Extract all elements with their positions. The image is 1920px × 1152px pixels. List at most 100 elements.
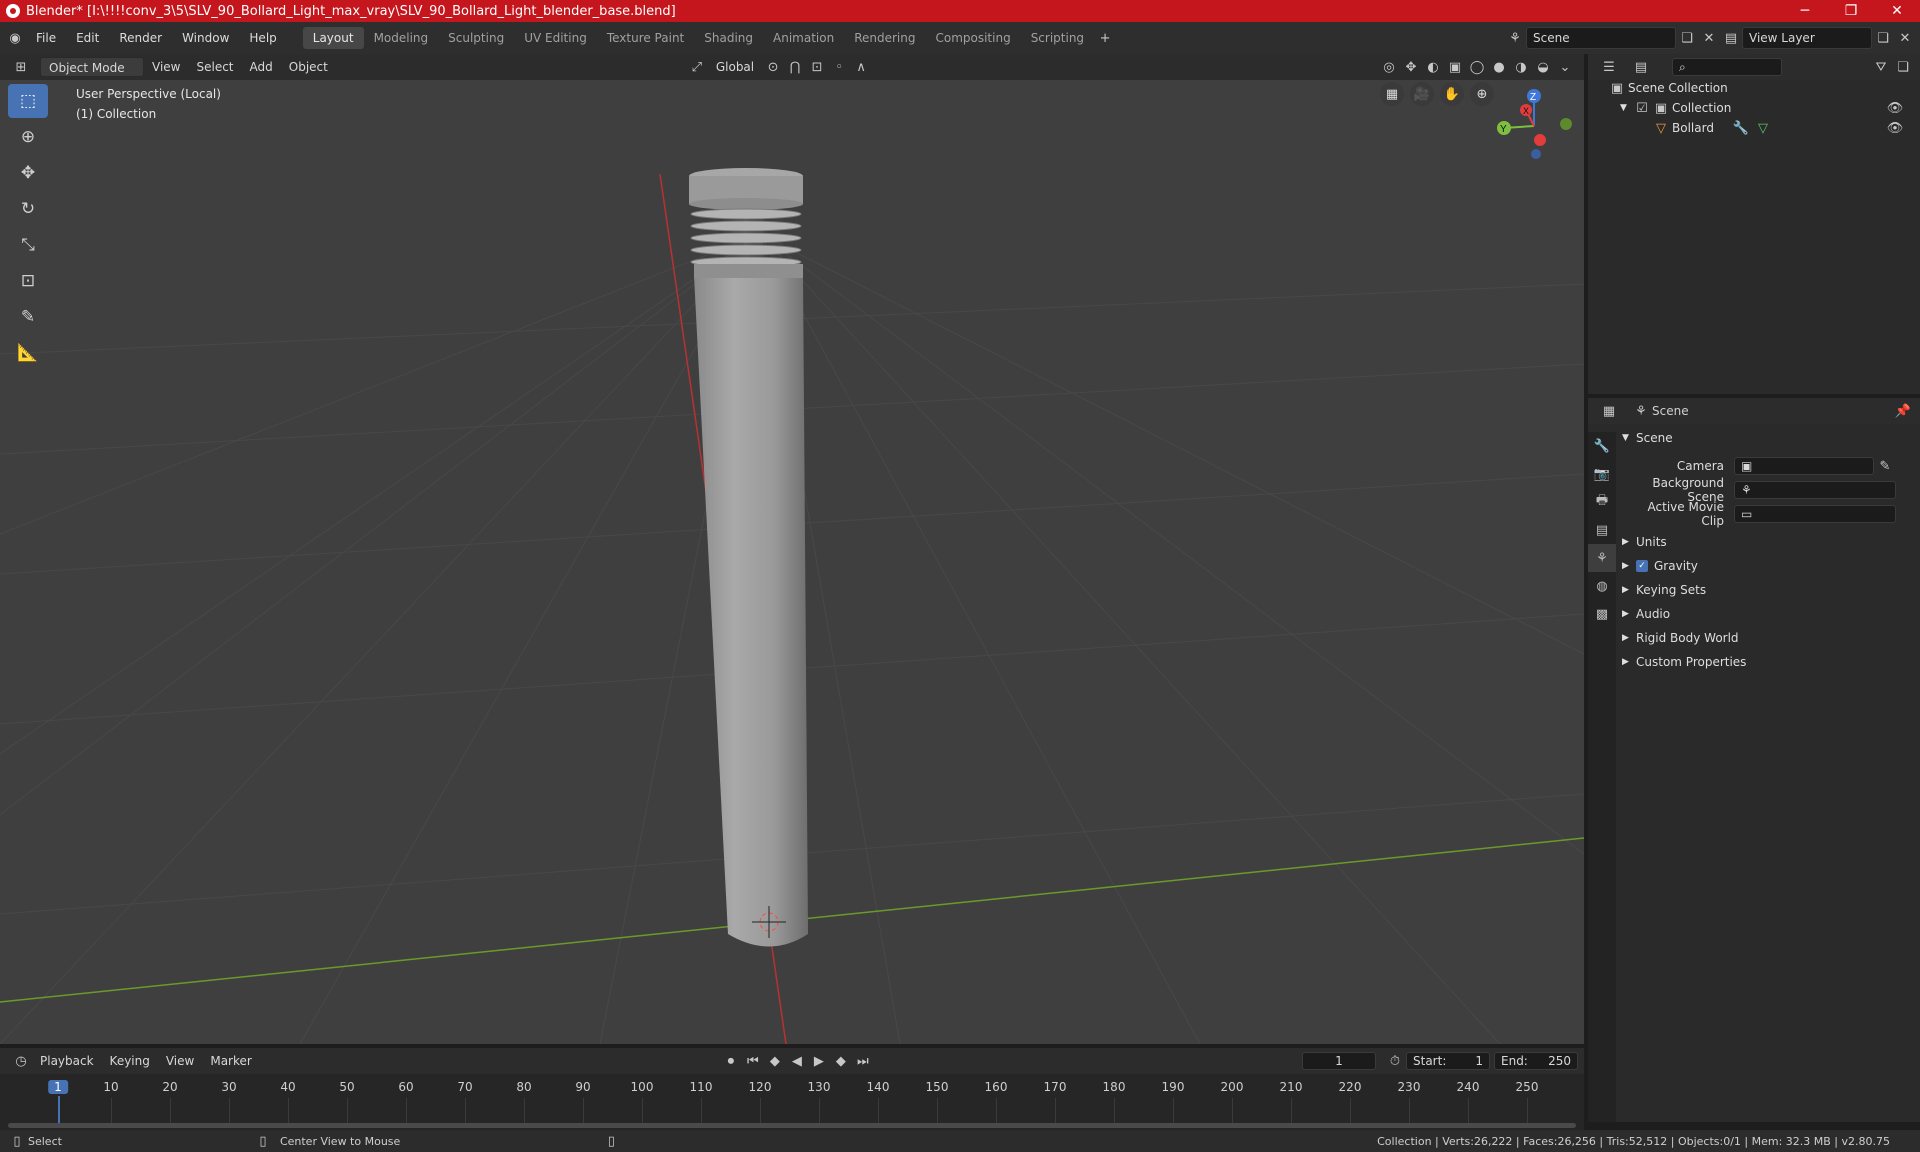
scene-tab-icon[interactable]: ⚘ <box>1588 544 1616 572</box>
play-reverse-icon[interactable]: ◀ <box>786 1051 808 1071</box>
move-tool-icon[interactable]: ✥ <box>8 156 48 190</box>
minimize-button[interactable]: ─ <box>1782 0 1828 22</box>
menu-playback[interactable]: Playback <box>32 1051 102 1071</box>
display-mode-icon[interactable]: ▤ <box>1630 57 1652 77</box>
editor-type-icon[interactable]: ⊞ <box>10 57 32 77</box>
tab-sculpting[interactable]: Sculpting <box>438 27 514 49</box>
new-view-layer-icon[interactable]: ❏ <box>1872 28 1894 48</box>
menu-window[interactable]: Window <box>172 26 239 50</box>
3d-viewport[interactable]: Z Y X ⊞ Object Mode View Select Add Obje… <box>0 54 1584 1044</box>
gravity-checkbox[interactable]: ✓ <box>1636 560 1648 572</box>
timeline-scrollbar[interactable] <box>8 1123 1576 1128</box>
eyedropper-icon[interactable]: ✎ <box>1874 456 1896 476</box>
proportional-editing-icon[interactable]: ◦ <box>828 57 850 77</box>
rendered-shading-icon[interactable]: ◒ <box>1532 57 1554 77</box>
outliner-editor-icon[interactable]: ☰ <box>1598 57 1620 77</box>
menu-object[interactable]: Object <box>281 57 336 77</box>
shading-options-icon[interactable]: ⌄ <box>1554 57 1576 77</box>
rotate-tool-icon[interactable]: ↻ <box>8 192 48 226</box>
overlay-toggle-icon[interactable]: ◐ <box>1422 57 1444 77</box>
camera-view-icon[interactable]: 🎥 <box>1410 82 1434 106</box>
jump-start-icon[interactable]: ⏮ <box>742 1051 764 1071</box>
pan-hand-icon[interactable]: ✋ <box>1440 82 1464 106</box>
scene-icon[interactable]: ⚘ <box>1504 28 1526 48</box>
mesh-data-icon[interactable]: ▽ <box>1752 118 1774 138</box>
cursor-tool-icon[interactable]: ⊕ <box>8 120 48 154</box>
modifier-wrench-icon[interactable]: 🔧 <box>1730 118 1752 138</box>
snap-target-icon[interactable]: ⊡ <box>806 57 828 77</box>
measure-tool-icon[interactable]: 📐 <box>8 336 48 370</box>
tab-uv-editing[interactable]: UV Editing <box>514 27 597 49</box>
maximize-button[interactable]: ❐ <box>1828 0 1874 22</box>
texture-tab-icon[interactable]: ▩ <box>1588 600 1616 628</box>
background-scene-field[interactable]: ⚘ <box>1734 481 1896 499</box>
new-collection-icon[interactable]: ❏ <box>1892 57 1914 77</box>
playhead-line[interactable] <box>58 1096 60 1126</box>
blender-menu-icon[interactable]: ◉ <box>4 28 26 48</box>
panel-custom-properties[interactable]: ▶ Custom Properties <box>1622 650 1914 674</box>
menu-render[interactable]: Render <box>109 26 172 50</box>
end-frame-field[interactable]: End: 250 <box>1494 1052 1578 1070</box>
world-tab-icon[interactable]: ◍ <box>1588 572 1616 600</box>
menu-keying[interactable]: Keying <box>102 1051 158 1071</box>
navigation-gizmo[interactable]: Z Y X <box>1497 89 1572 159</box>
play-icon[interactable]: ▶ <box>808 1051 830 1071</box>
menu-select[interactable]: Select <box>188 57 241 77</box>
menu-file[interactable]: File <box>26 26 66 50</box>
render-tab-icon[interactable]: 📷 <box>1588 460 1616 488</box>
transform-tool-icon[interactable]: ⊡ <box>8 264 48 298</box>
timeline-ruler[interactable]: 1 10 20 30 40 50 60 70 80 90 100 110 120 130 140 150 160… <box>0 1074 1584 1130</box>
scene-selector[interactable]: Scene <box>1526 27 1676 49</box>
menu-help[interactable]: Help <box>239 26 286 50</box>
output-tab-icon[interactable]: 🖶 <box>1588 488 1616 516</box>
expand-arrow-icon[interactable]: ▼ <box>1620 103 1634 113</box>
xray-icon[interactable]: ▣ <box>1444 57 1466 77</box>
object-visibility-eye-icon[interactable]: 👁 <box>1884 118 1906 138</box>
delete-view-layer-icon[interactable]: ✕ <box>1894 28 1916 48</box>
tool-tab-icon[interactable]: 🔧 <box>1588 432 1616 460</box>
zoom-icon[interactable]: ⊕ <box>1470 82 1494 106</box>
jump-end-icon[interactable]: ⏭ <box>852 1051 874 1071</box>
start-frame-field[interactable]: Start: 1 <box>1406 1052 1490 1070</box>
orientation-selector[interactable]: Global <box>708 57 762 77</box>
pivot-icon[interactable]: ⊙ <box>762 57 784 77</box>
pin-icon[interactable]: 📌 <box>1892 401 1914 421</box>
tab-layout[interactable]: Layout <box>302 27 364 49</box>
panel-rigid-body-world[interactable]: ▶ Rigid Body World <box>1622 626 1914 650</box>
tab-rendering[interactable]: Rendering <box>844 27 925 49</box>
add-workspace-icon[interactable]: + <box>1094 28 1116 48</box>
view-layer-tab-icon[interactable]: ▤ <box>1588 516 1616 544</box>
active-movie-clip-field[interactable]: ▭ <box>1734 505 1896 523</box>
stopwatch-icon[interactable]: ⏱ <box>1384 1051 1406 1071</box>
outliner-search-input[interactable]: ⌕ <box>1672 58 1782 76</box>
menu-marker[interactable]: Marker <box>202 1051 259 1071</box>
snap-icon[interactable]: ⋂ <box>784 57 806 77</box>
wireframe-shading-icon[interactable]: ◯ <box>1466 57 1488 77</box>
outliner-scene-collection[interactable]: ▣ Scene Collection <box>1606 78 1906 98</box>
tab-shading[interactable]: Shading <box>694 27 763 49</box>
delete-scene-icon[interactable]: ✕ <box>1698 28 1720 48</box>
tab-modeling[interactable]: Modeling <box>364 27 439 49</box>
close-button[interactable]: ✕ <box>1874 0 1920 22</box>
tab-compositing[interactable]: Compositing <box>925 27 1020 49</box>
scale-tool-icon[interactable]: ⤡ <box>8 228 48 262</box>
collection-visibility-eye-icon[interactable]: 👁 <box>1884 98 1906 118</box>
outliner-object-bollard[interactable]: ▽ Bollard 🔧 ▽ 👁 <box>1606 118 1906 138</box>
properties-editor-icon[interactable]: ▦ <box>1598 401 1620 421</box>
filter-icon[interactable]: ⛛ <box>1870 57 1892 77</box>
select-box-tool-icon[interactable]: ⬚ <box>8 84 48 118</box>
gizmo-toggle-icon[interactable]: ✥ <box>1400 57 1422 77</box>
view-layer-selector[interactable]: View Layer <box>1742 27 1872 49</box>
annotate-tool-icon[interactable]: ✎ <box>8 300 48 334</box>
next-keyframe-icon[interactable]: ◆ <box>830 1051 852 1071</box>
current-frame-field[interactable]: 1 <box>1302 1052 1376 1070</box>
solid-shading-icon[interactable]: ● <box>1488 57 1510 77</box>
bollard-object[interactable] <box>689 168 808 947</box>
record-icon[interactable]: ⏺ <box>720 1051 742 1071</box>
falloff-icon[interactable]: ∧ <box>850 57 872 77</box>
tab-animation[interactable]: Animation <box>763 27 844 49</box>
view-layer-icon[interactable]: ▤ <box>1720 28 1742 48</box>
prev-keyframe-icon[interactable]: ◆ <box>764 1051 786 1071</box>
menu-view[interactable]: View <box>144 57 188 77</box>
panel-gravity[interactable]: ▶ ✓ Gravity <box>1622 554 1914 578</box>
